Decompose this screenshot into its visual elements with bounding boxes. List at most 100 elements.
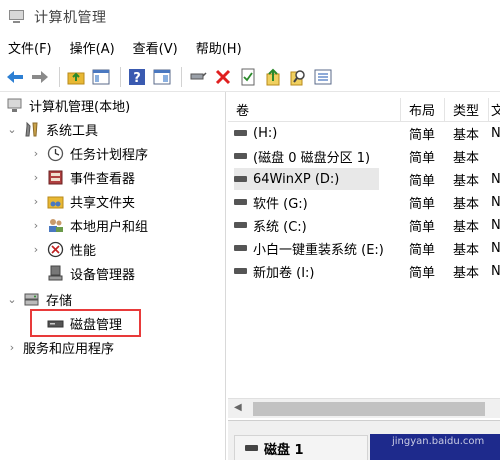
volume-name-cell: (H:) — [234, 122, 399, 144]
drive-icon — [234, 153, 247, 159]
chevron-down-icon[interactable]: ⌄ — [6, 293, 18, 306]
performance-icon — [47, 241, 64, 258]
layout-cell: 简单 — [409, 150, 436, 166]
chevron-right-icon[interactable]: › — [30, 219, 42, 232]
table-row[interactable]: (H:) 简单 基本 N — [228, 122, 500, 144]
table-row[interactable]: (磁盘 0 磁盘分区 1) 简单 基本 — [228, 145, 500, 167]
menu-bar: 文件(F) 操作(A) 查看(V) 帮助(H) — [0, 33, 500, 61]
type-cell: 基本 — [453, 127, 480, 143]
help-icon[interactable]: ? — [126, 66, 148, 88]
volume-name-cell: 新加卷 (I:) — [234, 260, 399, 282]
layout-cell: 简单 — [409, 196, 436, 212]
table-row[interactable]: 小白一键重装系统 (E:) 简单 基本 N — [228, 237, 500, 259]
horizontal-scrollbar[interactable]: ◀ — [228, 398, 500, 418]
disk-label-box[interactable]: 磁盘 1 — [234, 435, 368, 460]
chevron-down-icon[interactable]: ⌄ — [6, 123, 18, 136]
chevron-right-icon[interactable]: › — [30, 147, 42, 160]
tree-item-storage[interactable]: ⌄ 存储 — [6, 288, 72, 310]
forward-arrow-icon[interactable] — [29, 66, 51, 88]
menu-file[interactable]: 文件(F) — [8, 38, 52, 57]
tree-label: 共享文件夹 — [70, 195, 136, 211]
fs-cell — [491, 145, 500, 167]
menu-action[interactable]: 操作(A) — [70, 38, 115, 57]
tree-item-shared-folders[interactable]: › 共享文件夹 — [30, 190, 135, 212]
layout-cell: 简单 — [409, 242, 436, 258]
console-tree-icon[interactable] — [90, 66, 112, 88]
clock-icon — [47, 145, 64, 162]
checklist-icon[interactable] — [237, 66, 259, 88]
search-icon[interactable] — [287, 66, 309, 88]
chevron-right-icon[interactable]: › — [6, 341, 18, 354]
connect-icon[interactable] — [187, 66, 209, 88]
toolbar-separator — [181, 66, 182, 87]
users-icon — [47, 217, 64, 234]
chevron-right-icon[interactable]: › — [30, 195, 42, 208]
tree-label: 服务和应用程序 — [23, 341, 115, 357]
menu-view[interactable]: 查看(V) — [133, 38, 178, 57]
up-arrow-icon[interactable] — [262, 66, 284, 88]
delete-icon[interactable] — [212, 66, 234, 88]
tree-label: 计算机管理(本地) — [29, 99, 131, 115]
shared-folder-icon — [47, 193, 64, 210]
tree-label: 存储 — [46, 293, 73, 309]
fs-cell: N — [491, 240, 500, 256]
column-header-layout[interactable]: 布局 — [401, 98, 445, 122]
drive-icon — [234, 222, 247, 228]
column-header-volume[interactable]: 卷 — [228, 98, 401, 122]
volume-name-cell: 软件 (G:) — [234, 191, 399, 213]
tree-item-system-tools[interactable]: ⌄ 系统工具 — [6, 118, 98, 140]
drive-icon — [234, 176, 247, 182]
table-row[interactable]: 软件 (G:) 简单 基本 N — [228, 191, 500, 213]
up-folder-icon[interactable] — [65, 66, 87, 88]
highlight-box — [30, 309, 141, 337]
volume-name-cell: 64WinXP (D:) — [234, 168, 379, 190]
menu-help[interactable]: 帮助(H) — [196, 38, 242, 57]
tree-root[interactable]: 计算机管理(本地) — [6, 94, 130, 116]
drive-icon — [234, 268, 247, 274]
tree-item-task-scheduler[interactable]: › 任务计划程序 — [30, 142, 148, 164]
volume-name-cell: (磁盘 0 磁盘分区 1) — [234, 145, 399, 167]
table-row[interactable]: 系统 (C:) 简单 基本 N — [228, 214, 500, 236]
volume-name-cell: 系统 (C:) — [234, 214, 399, 236]
fs-cell: N — [491, 217, 500, 233]
type-cell: 基本 — [453, 265, 480, 281]
type-cell: 基本 — [453, 219, 480, 235]
table-row[interactable]: 64WinXP (D:) 简单 基本 N — [228, 168, 500, 190]
type-cell: 基本 — [453, 242, 480, 258]
chevron-right-icon[interactable]: › — [30, 243, 42, 256]
tree-item-local-users[interactable]: › 本地用户和组 — [30, 214, 148, 236]
scrollbar-thumb[interactable] — [253, 402, 485, 416]
table-row[interactable]: 新加卷 (I:) 简单 基本 N — [228, 260, 500, 282]
layout-cell: 简单 — [409, 127, 436, 143]
tree-item-performance[interactable]: › 性能 — [30, 238, 96, 260]
fs-cell: N — [491, 263, 500, 279]
drive-icon — [234, 130, 247, 136]
back-arrow-icon[interactable] — [4, 66, 26, 88]
tree-label: 本地用户和组 — [70, 219, 149, 235]
tree-item-services-apps[interactable]: › 服务和应用程序 — [6, 336, 114, 358]
layout-cell: 简单 — [409, 265, 436, 281]
properties-pane-icon[interactable] — [151, 66, 173, 88]
tree-item-event-viewer[interactable]: › 事件查看器 — [30, 166, 135, 188]
device-manager-icon — [47, 265, 64, 282]
column-header-type[interactable]: 类型 — [445, 98, 489, 122]
chevron-right-icon[interactable]: › — [30, 171, 42, 184]
tree-label: 系统工具 — [46, 123, 99, 139]
tree-label: 事件查看器 — [70, 171, 136, 187]
type-cell: 基本 — [453, 173, 480, 189]
tree-label: 设备管理器 — [70, 267, 136, 283]
disk-label: 磁盘 1 — [264, 442, 304, 458]
scroll-left-icon[interactable]: ◀ — [234, 402, 242, 413]
tools-icon — [23, 121, 40, 138]
computer-management-icon — [8, 9, 25, 24]
layout-cell: 简单 — [409, 219, 436, 235]
storage-icon — [23, 291, 40, 308]
drive-icon — [234, 245, 247, 251]
tree-item-device-manager[interactable]: 设备管理器 — [47, 262, 135, 284]
list-icon[interactable] — [312, 66, 334, 88]
layout-cell: 简单 — [409, 173, 436, 189]
volume-name-cell: 小白一键重装系统 (E:) — [234, 237, 401, 259]
svg-text:?: ? — [133, 71, 141, 86]
column-header-fs[interactable]: 文 — [489, 98, 500, 122]
fs-cell: N — [491, 171, 500, 187]
